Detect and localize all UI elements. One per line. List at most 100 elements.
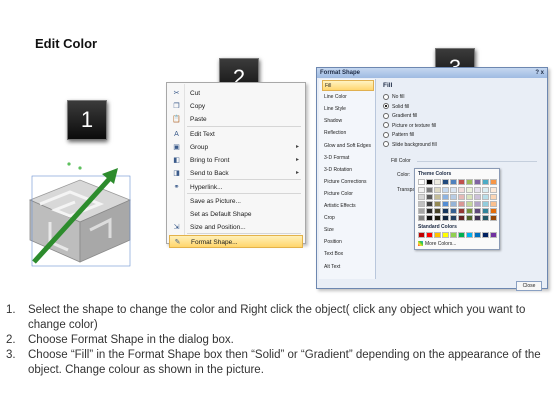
menu-item-cut[interactable]: ✂ Cut — [169, 87, 303, 100]
radio-pattern-fill[interactable]: Pattern fill — [383, 131, 414, 139]
theme-shade-swatch[interactable] — [450, 201, 457, 207]
category-reflection[interactable]: Reflection — [322, 128, 374, 139]
theme-shade-swatch[interactable] — [434, 201, 441, 207]
close-button[interactable]: Close — [516, 281, 542, 291]
theme-shade-swatch[interactable] — [442, 194, 449, 200]
menu-item-edit-text[interactable]: A Edit Text — [169, 128, 303, 141]
theme-shade-swatch[interactable] — [418, 194, 425, 200]
theme-shade-swatch[interactable] — [490, 194, 497, 200]
theme-shade-swatch[interactable] — [434, 215, 441, 221]
theme-color-swatch[interactable] — [466, 179, 473, 185]
theme-color-swatch[interactable] — [426, 179, 433, 185]
category-shadow[interactable]: Shadow — [322, 116, 374, 127]
theme-shade-swatch[interactable] — [442, 215, 449, 221]
standard-color-swatch[interactable] — [418, 232, 425, 238]
standard-color-swatch[interactable] — [490, 232, 497, 238]
theme-shade-swatch[interactable] — [490, 215, 497, 221]
theme-shade-swatch[interactable] — [482, 201, 489, 207]
theme-shade-swatch[interactable] — [458, 215, 465, 221]
radio-gradient-fill[interactable]: Gradient fill — [383, 112, 417, 120]
theme-shade-swatch[interactable] — [426, 194, 433, 200]
theme-shade-swatch[interactable] — [426, 187, 433, 193]
theme-shade-swatch[interactable] — [482, 194, 489, 200]
category-artistic-effects[interactable]: Artistic Effects — [322, 201, 374, 212]
more-colors-button[interactable]: More Colors... — [418, 241, 456, 247]
category-glow-and-soft-edges[interactable]: Glow and Soft Edges — [322, 141, 374, 152]
category-picture-corrections[interactable]: Picture Corrections — [322, 177, 374, 188]
theme-shade-swatch[interactable] — [482, 187, 489, 193]
theme-shade-swatch[interactable] — [490, 187, 497, 193]
category-text-box[interactable]: Text Box — [322, 249, 374, 260]
theme-shade-swatch[interactable] — [450, 194, 457, 200]
theme-color-swatch[interactable] — [482, 179, 489, 185]
theme-color-swatch[interactable] — [474, 179, 481, 185]
theme-shade-swatch[interactable] — [466, 215, 473, 221]
menu-item-bring-to-front[interactable]: ◧ Bring to Front ▸ — [169, 154, 303, 167]
standard-color-swatch[interactable] — [450, 232, 457, 238]
theme-shade-swatch[interactable] — [458, 208, 465, 214]
theme-color-swatch[interactable] — [490, 179, 497, 185]
menu-item-format-shape[interactable]: ✎ Format Shape... — [169, 235, 303, 248]
category-line-color[interactable]: Line Color — [322, 92, 374, 103]
category-fill[interactable]: Fill — [322, 80, 374, 91]
menu-item-paste[interactable]: 📋 Paste — [169, 113, 303, 126]
theme-shade-swatch[interactable] — [450, 187, 457, 193]
radio-solid-fill[interactable]: Solid fill — [383, 103, 409, 111]
standard-color-swatch[interactable] — [466, 232, 473, 238]
theme-shade-swatch[interactable] — [450, 208, 457, 214]
category-3-d-rotation[interactable]: 3-D Rotation — [322, 165, 374, 176]
category-position[interactable]: Position — [322, 237, 374, 248]
theme-color-swatch[interactable] — [442, 179, 449, 185]
theme-shade-swatch[interactable] — [442, 187, 449, 193]
theme-shade-swatch[interactable] — [466, 201, 473, 207]
theme-shade-swatch[interactable] — [442, 201, 449, 207]
theme-shade-swatch[interactable] — [418, 215, 425, 221]
category-alt-text[interactable]: Alt Text — [322, 262, 374, 273]
theme-color-swatch[interactable] — [418, 179, 425, 185]
theme-shade-swatch[interactable] — [458, 201, 465, 207]
theme-shade-swatch[interactable] — [418, 208, 425, 214]
theme-shade-swatch[interactable] — [442, 208, 449, 214]
radio-slide-background-fill[interactable]: Slide background fill — [383, 141, 437, 149]
standard-color-swatch[interactable] — [482, 232, 489, 238]
theme-shade-swatch[interactable] — [490, 208, 497, 214]
category-line-style[interactable]: Line Style — [322, 104, 374, 115]
theme-shade-swatch[interactable] — [482, 215, 489, 221]
theme-shade-swatch[interactable] — [466, 194, 473, 200]
menu-item-copy[interactable]: ❐ Copy — [169, 100, 303, 113]
radio-no-fill[interactable]: No fill — [383, 93, 405, 101]
theme-color-swatch[interactable] — [458, 179, 465, 185]
menu-item-size-and-position[interactable]: ⇲ Size and Position... — [169, 221, 303, 234]
theme-shade-swatch[interactable] — [418, 187, 425, 193]
theme-shade-swatch[interactable] — [490, 201, 497, 207]
close-icon[interactable]: ? x — [535, 68, 544, 78]
menu-item-group[interactable]: ▣ Group ▸ — [169, 141, 303, 154]
theme-shade-swatch[interactable] — [426, 201, 433, 207]
theme-shade-swatch[interactable] — [482, 208, 489, 214]
theme-shade-swatch[interactable] — [474, 215, 481, 221]
theme-shade-swatch[interactable] — [434, 208, 441, 214]
standard-color-swatch[interactable] — [458, 232, 465, 238]
theme-shade-swatch[interactable] — [474, 208, 481, 214]
theme-shade-swatch[interactable] — [418, 201, 425, 207]
menu-item-set-as-default-shape[interactable]: Set as Default Shape — [169, 208, 303, 221]
menu-item-hyperlink[interactable]: ⚭ Hyperlink... — [169, 181, 303, 194]
theme-shade-swatch[interactable] — [426, 208, 433, 214]
category-crop[interactable]: Crop — [322, 213, 374, 224]
theme-shade-swatch[interactable] — [466, 208, 473, 214]
category-3-d-format[interactable]: 3-D Format — [322, 153, 374, 164]
category-picture-color[interactable]: Picture Color — [322, 189, 374, 200]
radio-picture-or-texture-fill[interactable]: Picture or texture fill — [383, 122, 436, 130]
standard-color-swatch[interactable] — [474, 232, 481, 238]
theme-shade-swatch[interactable] — [474, 194, 481, 200]
theme-shade-swatch[interactable] — [458, 194, 465, 200]
menu-item-save-as-picture[interactable]: Save as Picture... — [169, 195, 303, 208]
theme-shade-swatch[interactable] — [466, 187, 473, 193]
theme-shade-swatch[interactable] — [434, 187, 441, 193]
category-size[interactable]: Size — [322, 225, 374, 236]
theme-shade-swatch[interactable] — [426, 215, 433, 221]
maze-arrow-shape[interactable] — [20, 150, 140, 270]
theme-shade-swatch[interactable] — [434, 194, 441, 200]
theme-shade-swatch[interactable] — [474, 201, 481, 207]
theme-color-swatch[interactable] — [434, 179, 441, 185]
